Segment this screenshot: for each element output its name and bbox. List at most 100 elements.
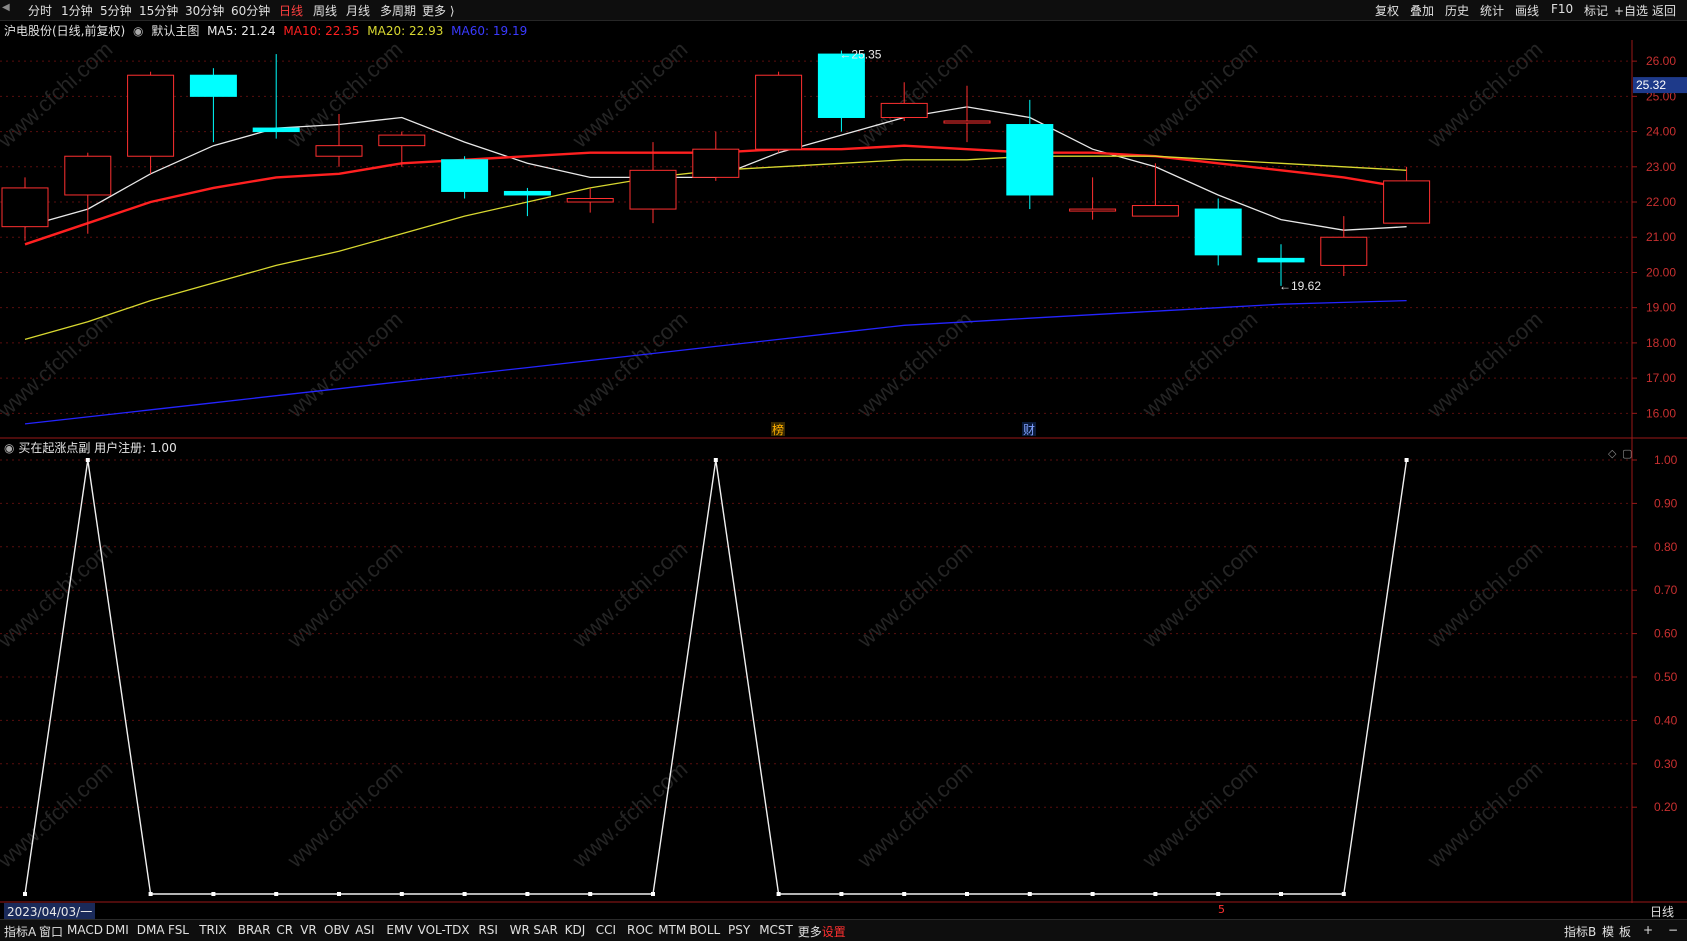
indicator-title: ◉ 买在起涨点副 用户注册: 1.00: [4, 439, 177, 456]
ma60-value: MA60: 19.19: [451, 24, 528, 38]
watermark-text-10: www.cfchi.com: [1137, 306, 1263, 423]
indicator-tab-20[interactable]: MTM: [658, 923, 686, 937]
indicator-tab-right-2[interactable]: 板: [1619, 923, 1631, 940]
period-tab-1[interactable]: 1分钟: [61, 2, 93, 19]
indicator-tab-11[interactable]: ASI: [355, 923, 374, 937]
tool-tab-0[interactable]: 复权: [1375, 2, 1399, 19]
indicator-tab-0[interactable]: 指标A: [4, 923, 36, 940]
ind-tick-label-6: 0.40: [1654, 713, 1678, 727]
candle-body-12: [755, 74, 803, 150]
period-tab-2[interactable]: 5分钟: [100, 2, 132, 19]
diamond-icon-2[interactable]: ◇: [1608, 447, 1617, 460]
indicator-tab-19[interactable]: ROC: [627, 923, 653, 937]
indicator-axis: 1.00 0.90 0.80 0.70 0.60 0.50 0.40 0.30 0.20: [1632, 453, 1678, 814]
period-tab-6[interactable]: 日线: [279, 2, 303, 19]
indicator-point-19: [1216, 892, 1221, 896]
indicator-tab-right-1[interactable]: 模: [1602, 923, 1614, 940]
indicator-tab-24[interactable]: 更多: [798, 923, 822, 940]
ind-tick-label-2: 0.80: [1654, 540, 1678, 554]
watermark-text-17: www.cfchi.com: [1422, 536, 1548, 653]
indicator-tab-22[interactable]: PSY: [728, 923, 750, 937]
indicator-tab-12[interactable]: EMV: [386, 923, 412, 937]
period-tab-4[interactable]: 30分钟: [185, 2, 224, 19]
price-tick-label-0: 26.00: [1646, 54, 1676, 68]
indicator-tab-13[interactable]: VOL-TDX: [418, 923, 470, 937]
tool-tab-2[interactable]: 历史: [1445, 2, 1469, 19]
window-icon-2[interactable]: ▢: [1622, 447, 1632, 460]
indicator-tab-17[interactable]: KDJ: [565, 923, 586, 937]
indicator-point-3: [211, 892, 216, 896]
period-tab-8[interactable]: 月线: [346, 2, 370, 19]
tool-tab-1[interactable]: 叠加: [1410, 2, 1434, 19]
tool-tab-6[interactable]: 标记: [1584, 2, 1608, 19]
tool-tab-5[interactable]: F10: [1551, 2, 1573, 16]
indicator-tab-8[interactable]: CR: [276, 923, 293, 937]
indicator-gridlines: [0, 459, 1632, 808]
indicator-point-6: [399, 892, 404, 896]
period-tab-9[interactable]: 多周期: [380, 2, 416, 19]
indicator-point-1: [85, 458, 90, 462]
tool-tab-8[interactable]: 返回: [1652, 2, 1676, 19]
period-tab-7[interactable]: 周线: [313, 2, 337, 19]
indicator-tab-15[interactable]: WR: [510, 923, 530, 937]
ind-tick-label-4: 0.60: [1654, 627, 1678, 641]
candle-body-2: [127, 74, 175, 157]
candle-10: [629, 142, 677, 224]
indicator-tab-25[interactable]: 设置: [822, 923, 846, 940]
indicator-tab-16[interactable]: SAR: [533, 923, 557, 937]
chart-legend: 沪电股份(日线,前复权) ◉ 默认主图 MA5: 21.24 MA10: 22.…: [0, 22, 531, 38]
indicator-tab-23[interactable]: MCST: [759, 923, 793, 937]
candle-15: [943, 85, 991, 143]
chart-area[interactable]: www.cfchi.com www.cfchi.com www.cfchi.com w…: [0, 40, 1687, 903]
indicator-tab-right-4[interactable]: −: [1668, 923, 1678, 937]
indicator-tab-1[interactable]: 窗口: [39, 923, 63, 940]
candle-body-1: [64, 155, 112, 196]
candle-18: [1131, 163, 1179, 217]
period-tab-0[interactable]: 分时: [28, 2, 52, 19]
indicator-tab-right-0[interactable]: 指标B: [1564, 923, 1596, 940]
indicator-tab-9[interactable]: VR: [300, 923, 317, 937]
watermark-text-11: www.cfchi.com: [1422, 306, 1548, 423]
period-toolbar: ◀ 分时 1分钟 5分钟 15分钟 30分钟 60分钟 日线 周线 月线 多周期 更多 ⟩ 复权 叠加…: [0, 0, 1687, 21]
tool-tab-3[interactable]: 统计: [1480, 2, 1504, 19]
candle-body-22: [1383, 180, 1431, 224]
low-price-label: ←19.62: [1279, 279, 1321, 293]
candle-body-14: [880, 102, 928, 118]
watermark-text-18: www.cfchi.com: [0, 756, 117, 873]
period-tab-5[interactable]: 60分钟: [231, 2, 270, 19]
indicator-tab-10[interactable]: OBV: [324, 923, 350, 937]
bang-marker[interactable]: 榜: [772, 422, 784, 437]
indicator-tab-right-3[interactable]: +: [1643, 923, 1653, 937]
month-marker: 5: [1218, 903, 1225, 916]
candle-body-0: [1, 187, 49, 228]
indicator-dropdown-icon[interactable]: ◉: [4, 441, 14, 455]
indicator-point-0: [23, 892, 27, 896]
indicator-tab-6[interactable]: TRIX: [199, 923, 226, 937]
indicator-tab-7[interactable]: BRAR: [238, 923, 271, 937]
indicator-tab-4[interactable]: DMA: [137, 923, 165, 937]
period-tab-3[interactable]: 15分钟: [139, 2, 178, 19]
template-dropdown-icon[interactable]: ◉: [133, 24, 143, 38]
indicator-tab-14[interactable]: RSI: [478, 923, 498, 937]
indicator-point-10: [651, 892, 655, 896]
watermark-text-8: www.cfchi.com: [567, 306, 693, 423]
period-tab-10[interactable]: 更多 ⟩: [422, 2, 455, 19]
indicator-tab-2[interactable]: MACD: [67, 923, 103, 937]
indicator-tab-3[interactable]: DMI: [106, 923, 129, 937]
watermark-text-22: www.cfchi.com: [1137, 756, 1263, 873]
collapse-arrow-icon[interactable]: ◀: [2, 2, 10, 13]
watermark-text-7: www.cfchi.com: [282, 306, 408, 423]
cai-marker[interactable]: 财: [1023, 423, 1035, 437]
indicator-point-4: [274, 892, 279, 896]
watermark-text-14: www.cfchi.com: [567, 536, 693, 653]
period-indicator[interactable]: 日线: [1650, 903, 1674, 920]
candle-body-7: [441, 159, 489, 192]
indicator-tab-21[interactable]: BOLL: [689, 923, 720, 937]
template-name[interactable]: 默认主图: [151, 24, 199, 38]
tool-tab-4[interactable]: 画线: [1515, 2, 1539, 19]
indicator-tab-18[interactable]: CCI: [596, 923, 616, 937]
candle-body-19: [1194, 208, 1242, 256]
indicator-tab-5[interactable]: FSL: [168, 923, 189, 937]
candle-body-11: [692, 148, 740, 178]
tool-tab-7[interactable]: +自选: [1614, 2, 1648, 19]
